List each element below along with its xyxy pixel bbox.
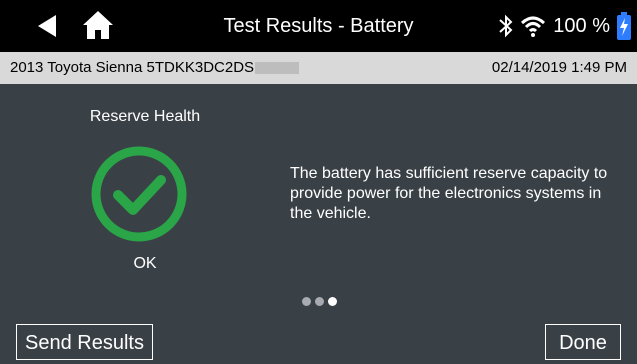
bluetooth-icon <box>499 14 513 38</box>
send-results-button[interactable]: Send Results <box>16 324 153 360</box>
top-bar: Test Results - Battery 100 % <box>0 0 637 52</box>
vehicle-text: 2013 Toyota Sienna 5TDKK3DC2DS <box>10 59 255 76</box>
result-description: The battery has sufficient reserve capac… <box>290 165 608 222</box>
result-status: OK <box>133 255 157 272</box>
wifi-icon <box>521 16 546 37</box>
page-indicator <box>302 297 337 306</box>
home-button[interactable] <box>82 10 114 40</box>
page-dot-3[interactable] <box>328 297 337 306</box>
result-title: Reserve Health <box>89 108 201 125</box>
page-dot-1[interactable] <box>302 297 311 306</box>
status-area: 100 % <box>499 0 631 52</box>
redacted-vin-mask <box>255 62 300 75</box>
back-arrow-icon <box>38 15 56 37</box>
test-datetime: 02/14/2019 1:49 PM <box>491 59 627 76</box>
done-button[interactable]: Done <box>545 324 621 360</box>
check-circle-icon <box>91 146 187 242</box>
vehicle-description: 2013 Toyota Sienna 5TDKK3DC2DS <box>10 52 300 84</box>
page-dot-2[interactable] <box>315 297 324 306</box>
home-icon <box>83 11 113 39</box>
battery-percent: 100 % <box>553 14 610 37</box>
vehicle-info-bar: 2013 Toyota Sienna 5TDKK3DC2DS 02/14/201… <box>0 52 637 84</box>
back-button[interactable] <box>34 13 60 39</box>
battery-charging-icon <box>617 12 631 40</box>
